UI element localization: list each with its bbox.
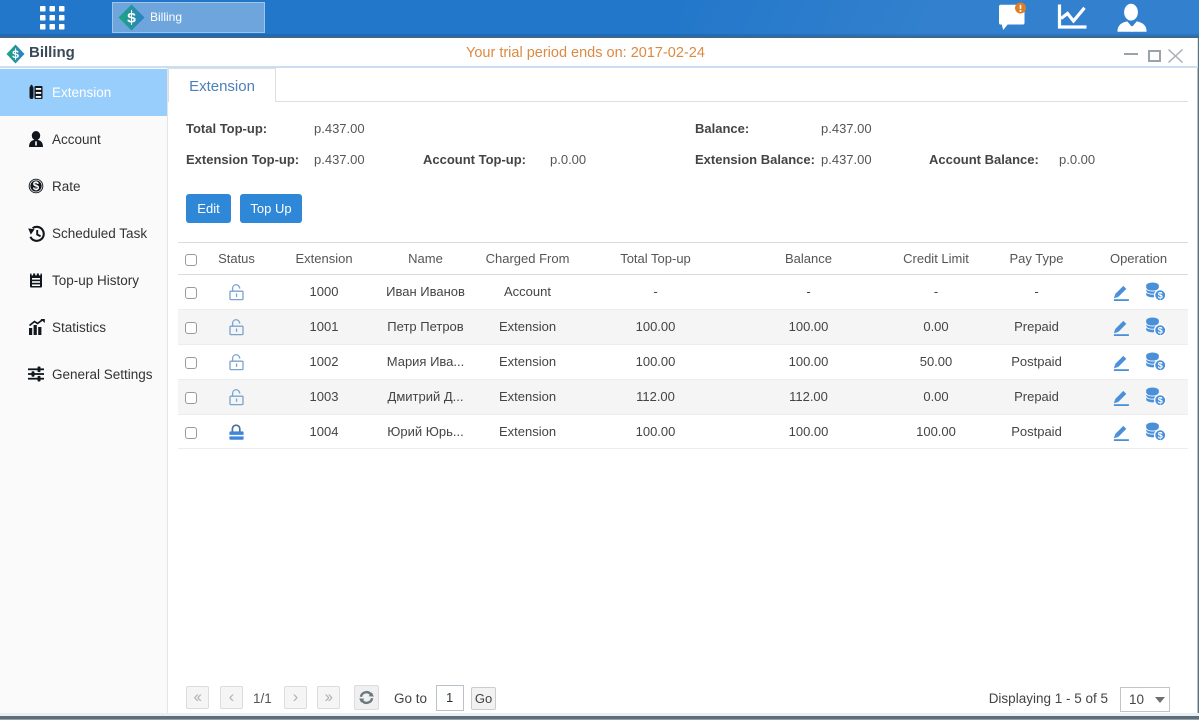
svg-text:$: $: [33, 181, 40, 193]
svg-text:$: $: [1157, 430, 1162, 440]
svg-text:$: $: [1157, 396, 1162, 406]
svg-text:S: S: [12, 49, 19, 61]
svg-text:S: S: [127, 10, 136, 26]
svg-text:$: $: [1157, 291, 1162, 301]
svg-text:$: $: [1157, 361, 1162, 371]
svg-text:$: $: [1157, 326, 1162, 336]
